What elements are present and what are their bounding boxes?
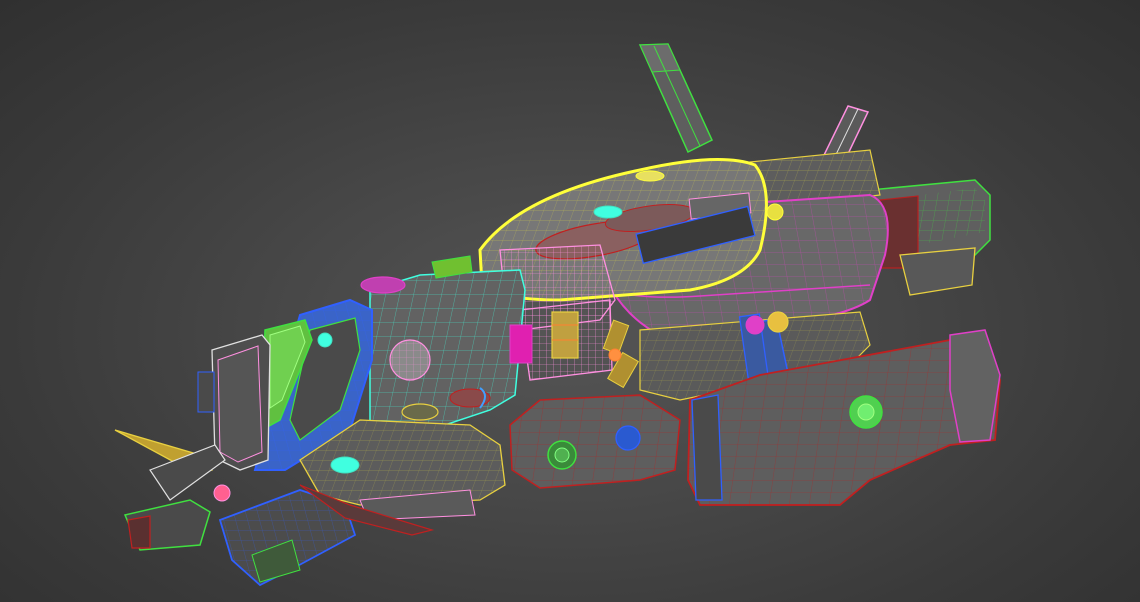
scene-svg[interactable] bbox=[0, 0, 1140, 602]
front-red-pod[interactable] bbox=[509, 394, 681, 489]
left-wing-fins[interactable] bbox=[114, 429, 231, 551]
top-fin-left[interactable] bbox=[638, 43, 713, 154]
3d-viewport[interactable] bbox=[0, 0, 1140, 602]
